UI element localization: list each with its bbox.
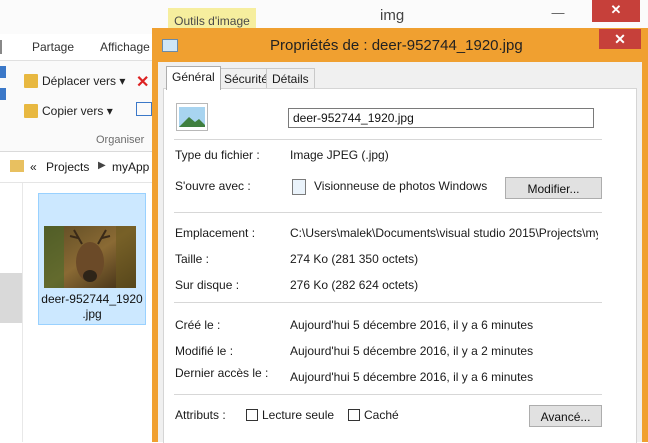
readonly-checkbox[interactable] — [246, 409, 258, 421]
folder-copy-icon — [24, 104, 38, 118]
landscape-image-icon — [179, 107, 205, 127]
location-value: C:\Users\malek\Documents\visual studio 2… — [290, 226, 598, 240]
hidden-checkbox[interactable] — [348, 409, 360, 421]
delete-icon[interactable]: ✕ — [136, 72, 149, 92]
navigation-pane[interactable] — [0, 183, 23, 442]
created-label: Créé le : — [175, 318, 221, 332]
created-value: Aujourd'hui 5 décembre 2016, il y a 6 mi… — [290, 318, 534, 332]
address-bar[interactable]: « Projects ▶ myApp — [0, 154, 152, 183]
address-chevron[interactable]: « — [30, 160, 37, 174]
separator — [174, 212, 602, 213]
dialog-title: Propriétés de : deer-952744_1920.jpg — [270, 37, 523, 54]
opens-with-value: Visionneuse de photos Windows — [314, 179, 488, 193]
separator — [174, 139, 602, 140]
tab-partage[interactable]: Partage — [32, 40, 74, 54]
modified-label: Modifié le : — [175, 344, 234, 358]
dialog-close-icon[interactable]: ✕ — [599, 29, 641, 49]
tab-affichage[interactable]: Affichage — [100, 40, 150, 54]
breadcrumb-myapp[interactable]: myApp — [112, 160, 149, 174]
minimize-icon[interactable]: — — [540, 3, 576, 23]
folder-icon — [10, 160, 24, 172]
advanced-button[interactable]: Avancé... — [529, 405, 602, 427]
move-to-button[interactable]: Déplacer vers ▾ — [24, 74, 125, 88]
copy-to-button[interactable]: Copier vers ▾ — [24, 104, 113, 118]
explorer-window-title: img — [380, 7, 405, 24]
file-type-value: Image JPEG (.jpg) — [290, 148, 389, 162]
size-label: Taille : — [175, 252, 210, 266]
accessed-label: Dernier accès le : — [175, 366, 269, 380]
filename-field[interactable] — [288, 108, 594, 128]
size-on-disk-value: 276 Ko (282 624 octets) — [290, 278, 419, 292]
image-file-icon — [162, 39, 178, 52]
location-label: Emplacement : — [175, 226, 256, 240]
attributes-label: Attributs : — [175, 408, 226, 422]
rename-icon[interactable] — [136, 102, 152, 116]
deer-image-thumbnail[interactable] — [44, 226, 136, 288]
accessed-value: Aujourd'hui 5 décembre 2016, il y a 6 mi… — [290, 370, 534, 384]
tab-details[interactable]: Détails — [266, 68, 315, 89]
nav-pane-scrollbar-thumb[interactable] — [0, 273, 22, 323]
file-type-label: Type du fichier : — [175, 148, 260, 162]
folder-move-icon — [24, 74, 38, 88]
ribbon-group-label: Organiser — [96, 134, 145, 146]
separator — [174, 394, 602, 395]
modified-value: Aujourd'hui 5 décembre 2016, il y a 2 mi… — [290, 344, 534, 358]
opens-with-label: S'ouvre avec : — [175, 179, 251, 193]
separator — [174, 302, 602, 303]
close-icon[interactable]: ✕ — [592, 0, 640, 22]
file-type-icon — [176, 103, 208, 131]
ribbon-tab-file-edge[interactable] — [0, 40, 6, 54]
size-on-disk-label: Sur disque : — [175, 278, 240, 292]
change-program-button[interactable]: Modifier... — [505, 177, 602, 199]
readonly-label[interactable]: Lecture seule — [262, 408, 334, 422]
size-value: 274 Ko (281 350 octets) — [290, 252, 419, 266]
hidden-label[interactable]: Caché — [364, 408, 399, 422]
breadcrumb-projects[interactable]: Projects — [46, 160, 89, 174]
ribbon-edge-icons — [0, 66, 6, 116]
photo-viewer-icon — [292, 179, 306, 195]
tab-general[interactable]: Général — [166, 66, 221, 90]
file-name-label: deer-952744_1920 .jpg — [41, 292, 143, 321]
breadcrumb-separator-icon: ▶ — [98, 160, 106, 171]
